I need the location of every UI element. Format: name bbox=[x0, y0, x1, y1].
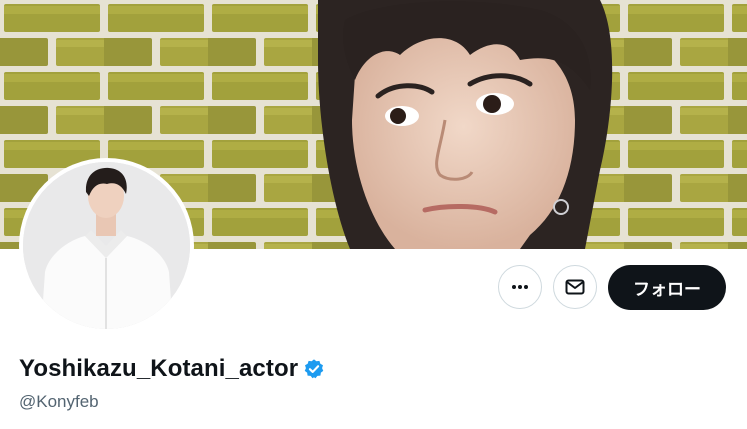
profile-avatar[interactable] bbox=[19, 158, 194, 333]
follow-button[interactable]: フォロー bbox=[608, 265, 726, 310]
more-horizontal-icon bbox=[512, 285, 528, 289]
display-name: Yoshikazu_Kotani_actor bbox=[19, 355, 299, 382]
profile-name-row: Yoshikazu_Kotani_actor bbox=[19, 355, 325, 383]
follow-button-label: フォロー bbox=[633, 280, 701, 300]
more-options-button[interactable] bbox=[498, 265, 542, 309]
message-button[interactable] bbox=[553, 265, 597, 309]
envelope-icon bbox=[565, 279, 585, 295]
verified-badge-icon[interactable] bbox=[303, 358, 325, 380]
avatar-image bbox=[23, 162, 190, 329]
profile-handle: @Konyfeb bbox=[19, 392, 99, 411]
